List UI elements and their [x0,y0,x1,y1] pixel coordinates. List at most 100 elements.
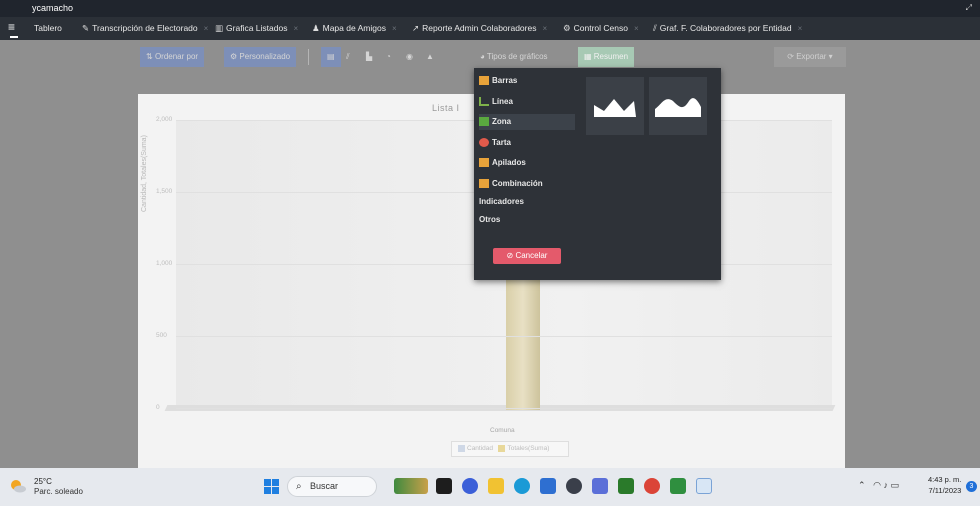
edit-icon: ✎ [82,23,90,33]
option-label: Otros [479,215,501,224]
edge-icon[interactable] [514,478,530,494]
tabs-bar: ≡ Tablero ✎ Transcripción de Electorado × … [0,17,980,40]
option-tarta[interactable]: Tarta [479,135,511,151]
stacked-chart-icon [479,158,489,168]
grid-line [176,336,832,337]
app-icon-2[interactable] [592,478,608,494]
chart-types-button[interactable]: ◕ Tipos de gráficos [480,47,548,67]
order-by-button[interactable]: ⇅ Ordenar por [140,47,205,67]
pie-chart-icon: ◔ [386,52,391,61]
chat-icon[interactable] [462,478,478,494]
legend-item-totales[interactable]: Totales(Suma) [507,445,549,452]
area-type-button[interactable]: ▙ [366,47,372,67]
y-tick-label: 2,000 [156,116,173,123]
legend-item-cantidad[interactable]: Cantidad [467,445,493,452]
bar-type-button[interactable]: ▤ [321,47,341,67]
close-icon[interactable]: × [798,24,803,33]
chevron-up-icon[interactable]: ⌃ [858,480,866,490]
tab-reporte-admin[interactable]: ↗ Reporte Admin Colaboradores × [412,17,547,40]
widgets-icon[interactable] [394,478,428,494]
close-icon[interactable]: × [542,24,547,33]
chart-legend: Cantidad Totales(Suma) [451,441,569,457]
close-icon[interactable]: × [392,24,397,33]
option-barras[interactable]: Barras [479,73,517,89]
pyramid-type-button[interactable]: ▲ [426,47,434,67]
combo-chart-icon [479,179,489,189]
app-icon[interactable] [566,478,582,494]
store-icon[interactable] [540,478,556,494]
y-tick-label: 1,500 [156,188,173,195]
line-type-button[interactable]: ⫽ [346,47,350,67]
notification-badge[interactable]: 3 [966,481,977,492]
app-icon-active[interactable] [696,478,712,494]
tab-label: Grafica Listados [226,23,288,33]
pie-type-button[interactable]: ◔ [386,47,391,67]
line-chart-icon: ⫽ [346,52,350,61]
tab-label: Mapa de Amigos [322,23,386,33]
sort-icon: ⇅ [146,52,155,61]
xbox-icon[interactable] [618,478,634,494]
tab-tablero[interactable]: Tablero [34,17,62,40]
tab-graf-colaboradores[interactable]: ⫽ Graf. F. Colaboradores por Entidad × [653,17,802,40]
bar-chart-icon: ▤ [327,52,335,61]
wifi-icon[interactable]: ◠ [873,480,881,490]
chart-types-label: Tipos de gráficos [486,52,548,61]
option-otros[interactable]: Otros [479,212,500,228]
area-chart-icon: ▙ [366,52,373,61]
line-chart-icon [479,97,489,107]
option-linea[interactable]: Línea [479,94,513,110]
chrome-icon[interactable] [644,478,660,494]
option-zona[interactable]: Zona [479,114,575,130]
weather-sun-cloud-icon [11,480,26,493]
gear-icon: ⚙ [563,23,571,33]
close-icon[interactable]: × [634,24,639,33]
tab-mapa-amigos[interactable]: ♟ Mapa de Amigos × [312,17,397,40]
search-label: Buscar [310,481,339,491]
y-tick-label: 500 [156,332,167,339]
grid-line [176,408,832,409]
summary-label: Resumen [593,52,629,61]
battery-icon[interactable]: ▭ [890,480,899,490]
system-tray[interactable]: ⌃ ◠ ♪ ▭ [858,480,899,491]
legend-swatch-totales [498,444,506,452]
taskbar-search[interactable]: ⌕ Buscar [287,476,377,497]
start-button[interactable] [264,479,279,494]
export-icon: ⟳ [787,52,797,61]
export-label: Exportar [796,52,827,61]
custom-button[interactable]: ⚙ Personalizado [224,47,297,67]
option-combinacion[interactable]: Combinación [479,176,543,192]
file-explorer-icon[interactable] [488,478,504,494]
option-label: Indicadores [479,197,524,206]
export-button[interactable]: ⟳ Exportar ▾ [774,47,846,67]
close-icon[interactable]: × [293,24,298,33]
clock[interactable]: 4:43 p. m. 7/11/2023 [928,474,961,496]
table-icon: ▦ [584,52,594,61]
tab-label: Tablero [34,23,62,33]
hamburger-menu-icon[interactable]: ≡ [8,20,22,38]
option-apilados[interactable]: Apilados [479,155,526,171]
resize-icon[interactable]: ⤢ [966,3,972,13]
legend-swatch-cantidad [458,444,465,452]
tab-label: Control Censo [573,23,628,33]
cancel-button[interactable]: ⊘ Cancelar [493,248,561,264]
toolbar-divider [308,49,309,65]
option-indicadores[interactable]: Indicadores [479,194,524,210]
task-view-icon[interactable] [436,478,452,494]
area-smooth-thumbnail[interactable] [649,77,707,135]
y-tick-label: 1,000 [156,260,173,267]
tab-transcripcion[interactable]: ✎ Transcripción de Electorado × [82,17,208,40]
option-label: Apilados [492,158,526,167]
tab-control-censo[interactable]: ⚙ Control Censo × [563,17,639,40]
cancel-label: Cancelar [515,251,548,260]
x-category-label: Comuna [490,427,515,434]
app-icon-3[interactable] [670,478,686,494]
stack-type-button[interactable]: ◉ [406,47,413,67]
tab-grafica-listados[interactable]: ▥ Grafica Listados × [215,17,298,40]
area-smooth-icon [655,98,701,117]
summary-button[interactable]: ▦ Resumen [578,47,635,67]
windows-taskbar: 25°C Parc. soleado ⌕ Buscar ⌃ ◠ ♪ ▭ 4:43… [0,468,980,506]
close-icon[interactable]: × [204,24,209,33]
volume-icon[interactable]: ♪ [883,480,888,490]
y-tick-label: 0 [156,404,160,411]
area-sharp-thumbnail[interactable] [586,77,644,135]
